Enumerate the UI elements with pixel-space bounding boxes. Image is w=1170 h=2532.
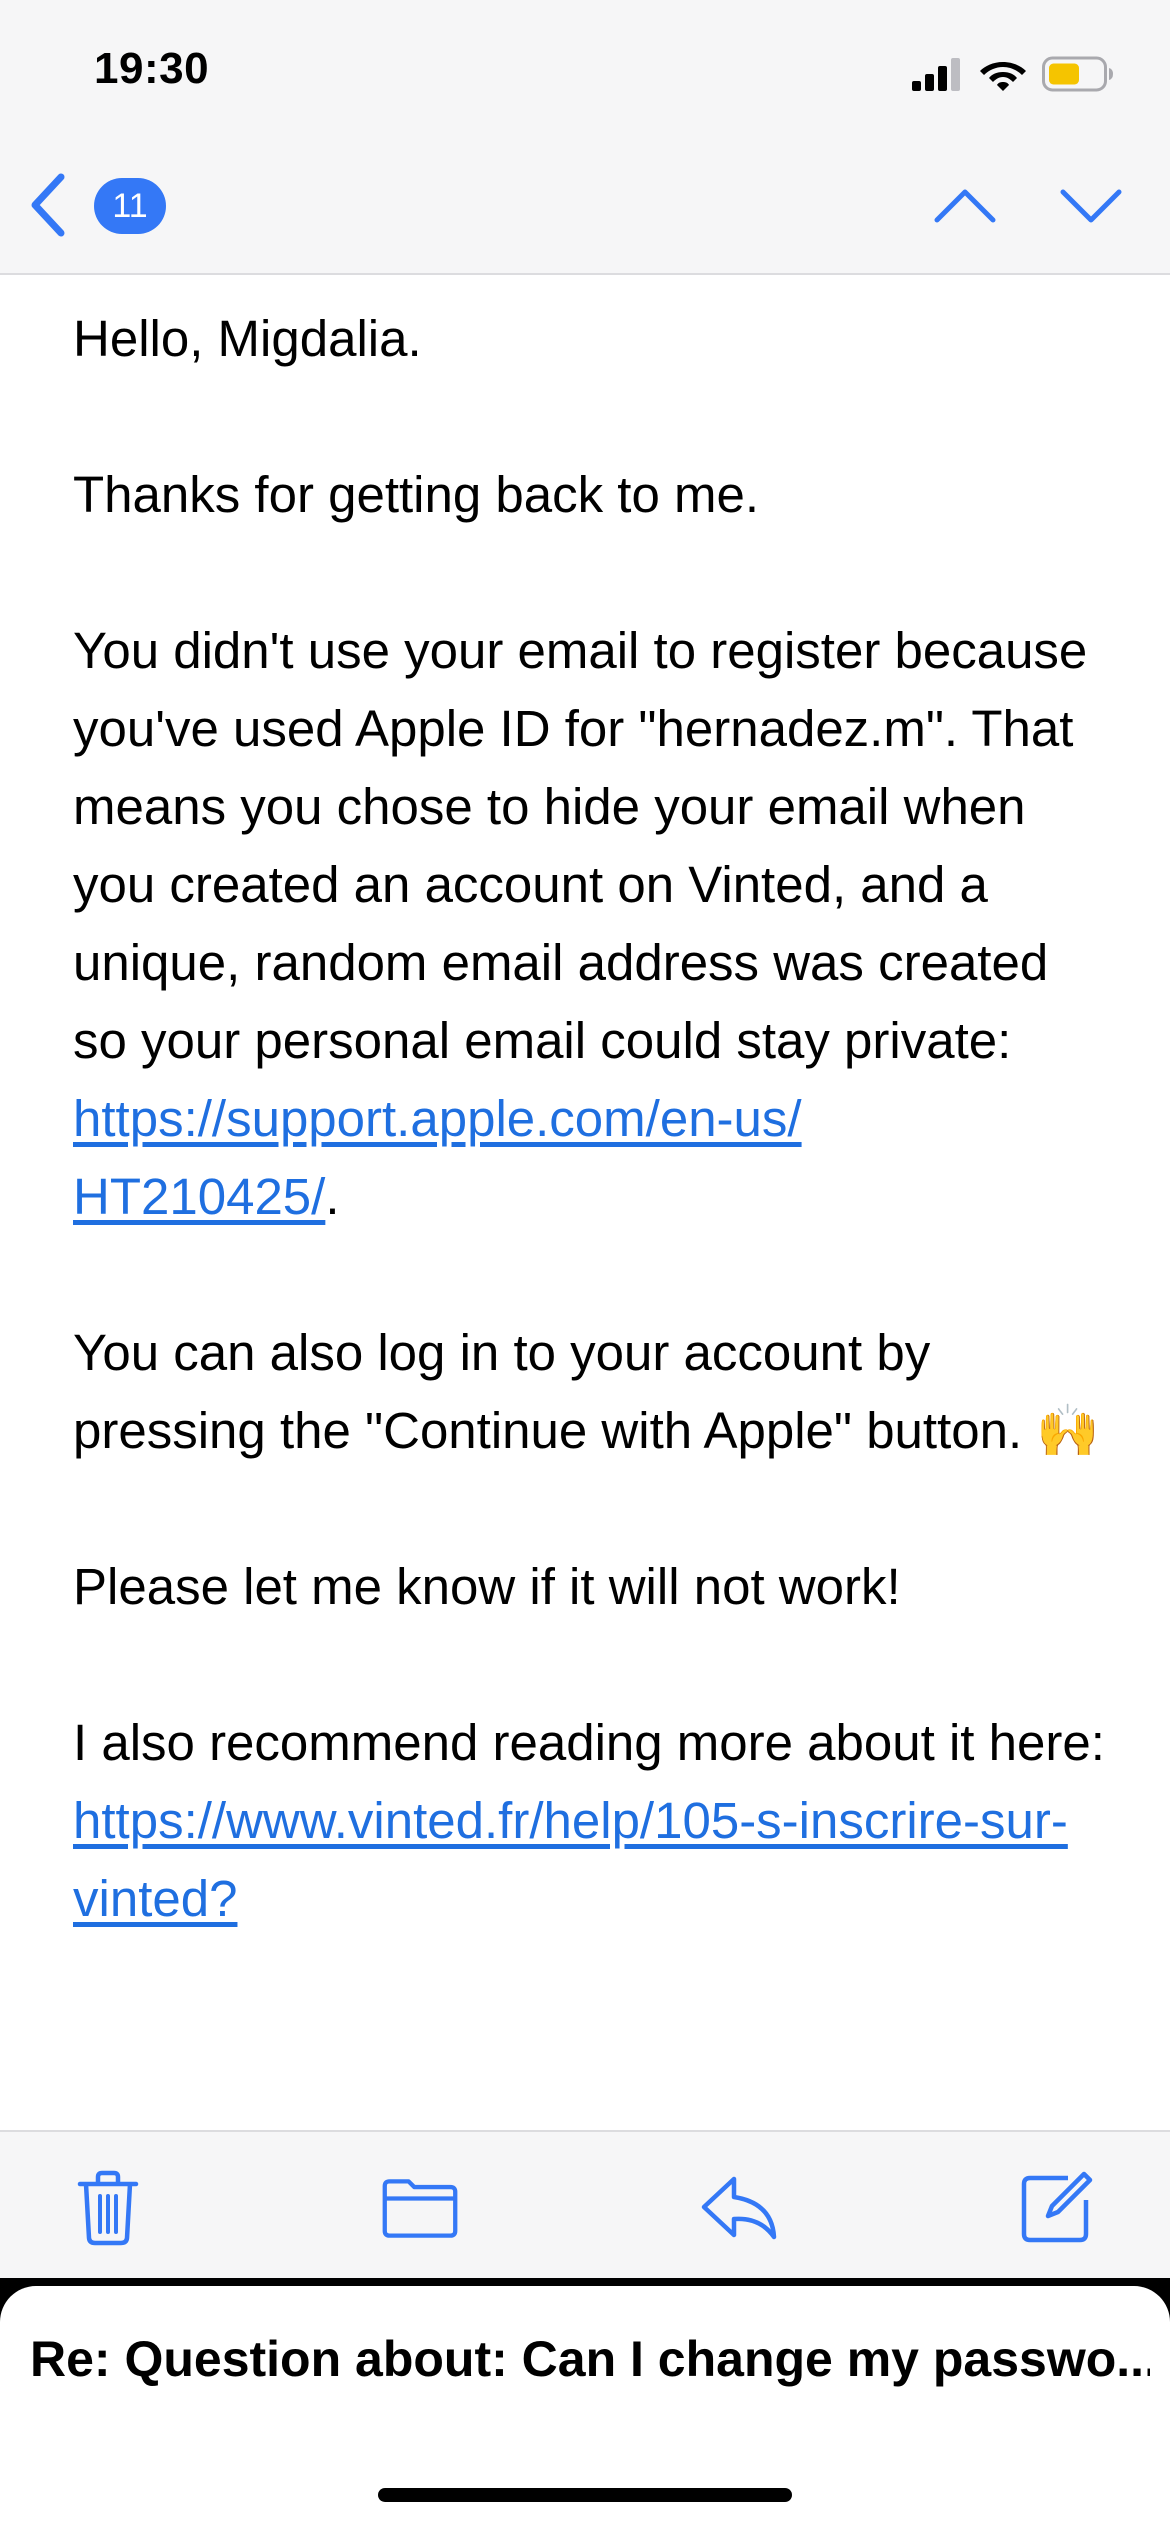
compose-button[interactable] — [1016, 2168, 1096, 2248]
trash-icon — [77, 2170, 139, 2246]
message-count-badge[interactable]: 11 — [94, 178, 166, 234]
login-tip-paragraph: You can also log in to your account by p… — [73, 1324, 1100, 1459]
chevron-up-icon — [934, 189, 996, 223]
greeting-paragraph: Hello, Migdalia. — [73, 310, 422, 367]
apple-link-line1: https://support.apple.com/en-us/ — [73, 1090, 802, 1147]
mail-message-screen: 19:30 11 Hello, Migdalia. Thanks for get… — [0, 0, 1170, 2532]
recommend-text: I also recommend reading more about it h… — [73, 1714, 1105, 1771]
compose-icon — [1021, 2171, 1093, 2243]
move-to-folder-button[interactable] — [380, 2168, 460, 2248]
let-me-know-paragraph: Please let me know if it will not work! — [73, 1558, 901, 1615]
explanation-text: You didn't use your email to register be… — [73, 622, 1088, 1069]
next-message-button[interactable] — [1056, 178, 1126, 234]
reply-button[interactable] — [700, 2168, 780, 2248]
chevron-down-icon — [1060, 189, 1122, 223]
thanks-paragraph: Thanks for getting back to me. — [73, 466, 760, 523]
wifi-icon — [980, 62, 1026, 91]
reply-icon — [701, 2176, 777, 2240]
status-icons — [912, 54, 1114, 94]
bottom-toolbar — [0, 2130, 1170, 2280]
apple-link-suffix: . — [325, 1168, 340, 1225]
apple-link-line2: HT210425/ — [73, 1168, 326, 1225]
battery-icon — [1042, 56, 1113, 92]
recommend-paragraph: I also recommend reading more about it h… — [73, 1704, 1113, 1938]
explanation-paragraph: You didn't use your email to register be… — [73, 612, 1113, 1236]
home-indicator — [378, 2488, 792, 2502]
apple-support-link[interactable]: https://support.apple.com/en-us/HT210425… — [73, 1090, 802, 1225]
vinted-help-link[interactable]: https://www.vinted.fr/help/105-s-inscrir… — [73, 1792, 1068, 1927]
status-time: 19:30 — [94, 44, 210, 93]
chevron-left-icon — [31, 173, 65, 237]
folder-icon — [382, 2179, 458, 2238]
thread-subject[interactable]: Re: Question about: Can I change my pass… — [30, 2330, 1150, 2388]
previous-message-button[interactable] — [930, 178, 1000, 234]
delete-button[interactable] — [68, 2168, 148, 2248]
back-button[interactable] — [24, 170, 74, 240]
message-body: Hello, Migdalia. Thanks for getting back… — [73, 300, 1113, 2016]
header-area: 19:30 11 — [0, 0, 1170, 275]
cellular-signal-icon — [912, 58, 960, 91]
